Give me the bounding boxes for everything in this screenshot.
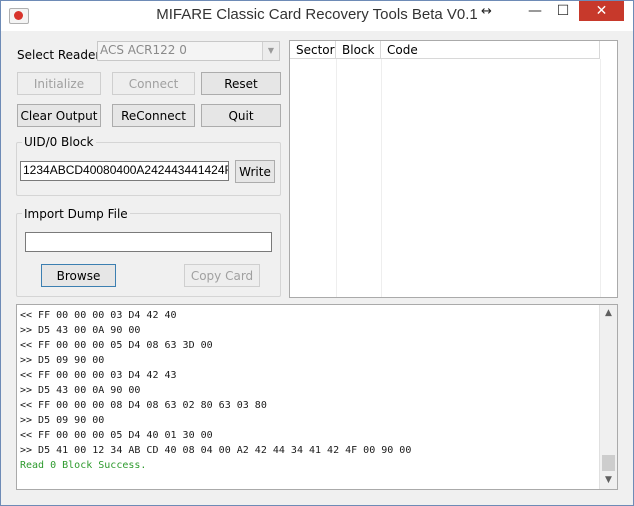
scroll-down-icon[interactable]: ▼ [600,472,617,489]
write-button[interactable]: Write [235,160,275,183]
log-scrollbar[interactable]: ▲ ▼ [599,305,617,489]
uid-block-title: UID/0 Block [22,135,96,149]
grid-header-block[interactable]: Block [336,41,381,59]
grid-column-code [381,59,601,297]
minimize-button[interactable]: — [522,1,548,21]
log-line: >> D5 43 00 0A 90 00 [20,385,141,396]
scroll-up-icon[interactable]: ▲ [600,305,617,322]
quit-button[interactable]: Quit [201,104,281,127]
log-line: >> D5 09 90 00 [20,355,105,366]
log-lines: << FF 00 00 00 03 D4 42 40 >> D5 43 00 0… [20,308,411,473]
copy-card-button[interactable]: Copy Card [184,264,260,287]
reset-button[interactable]: Reset [201,72,281,95]
log-line: << FF 00 00 00 03 D4 42 43 [20,370,177,381]
chevron-down-icon[interactable]: ▼ [262,42,279,60]
grid-header-code[interactable]: Code [381,41,600,59]
maximize-button[interactable]: ☐ [550,1,576,21]
log-line: << FF 00 00 00 08 D4 08 63 02 80 63 03 8… [20,400,267,411]
grid-header-sector[interactable]: Sector [290,41,336,59]
log-line: >> D5 41 00 12 34 AB CD 40 08 04 00 A2 4… [20,445,412,456]
browse-button[interactable]: Browse [41,264,116,287]
grid-column-sector [290,59,337,297]
scroll-thumb[interactable] [602,455,615,471]
import-dump-title: Import Dump File [22,207,130,221]
app-window: MIFARE Classic Card Recovery Tools Beta … [0,0,634,506]
log-line: << FF 00 00 00 05 D4 40 01 30 00 [20,430,213,441]
clear-output-button[interactable]: Clear Output [17,104,101,127]
reconnect-button[interactable]: ReConnect [112,104,195,127]
log-status-line: Read 0 Block Success. [20,460,147,471]
connect-button[interactable]: Connect [112,72,195,95]
output-log[interactable]: << FF 00 00 00 03 D4 42 40 >> D5 43 00 0… [16,304,618,490]
log-line: << FF 00 00 00 03 D4 42 40 [20,310,177,321]
reader-select-value: ACS ACR122 0 [100,43,187,57]
dump-file-input[interactable] [25,232,272,252]
resize-cursor-icon: ↔ [481,4,492,19]
title-bar[interactable]: MIFARE Classic Card Recovery Tools Beta … [1,1,633,31]
log-line: << FF 00 00 00 05 D4 08 63 3D 00 [20,340,213,351]
close-button[interactable]: ✕ [579,1,624,21]
reader-select[interactable]: ACS ACR122 0 ▼ [97,41,280,61]
log-line: >> D5 43 00 0A 90 00 [20,325,141,336]
grid-column-block [336,59,382,297]
log-line: >> D5 09 90 00 [20,415,105,426]
uid-block-input[interactable]: 1234ABCD40080400A242443441424F00 [20,161,229,181]
select-reader-label: Select Reader [17,48,101,62]
initialize-button[interactable]: Initialize [17,72,101,95]
sector-block-grid[interactable]: Sector Block Code [289,40,618,298]
